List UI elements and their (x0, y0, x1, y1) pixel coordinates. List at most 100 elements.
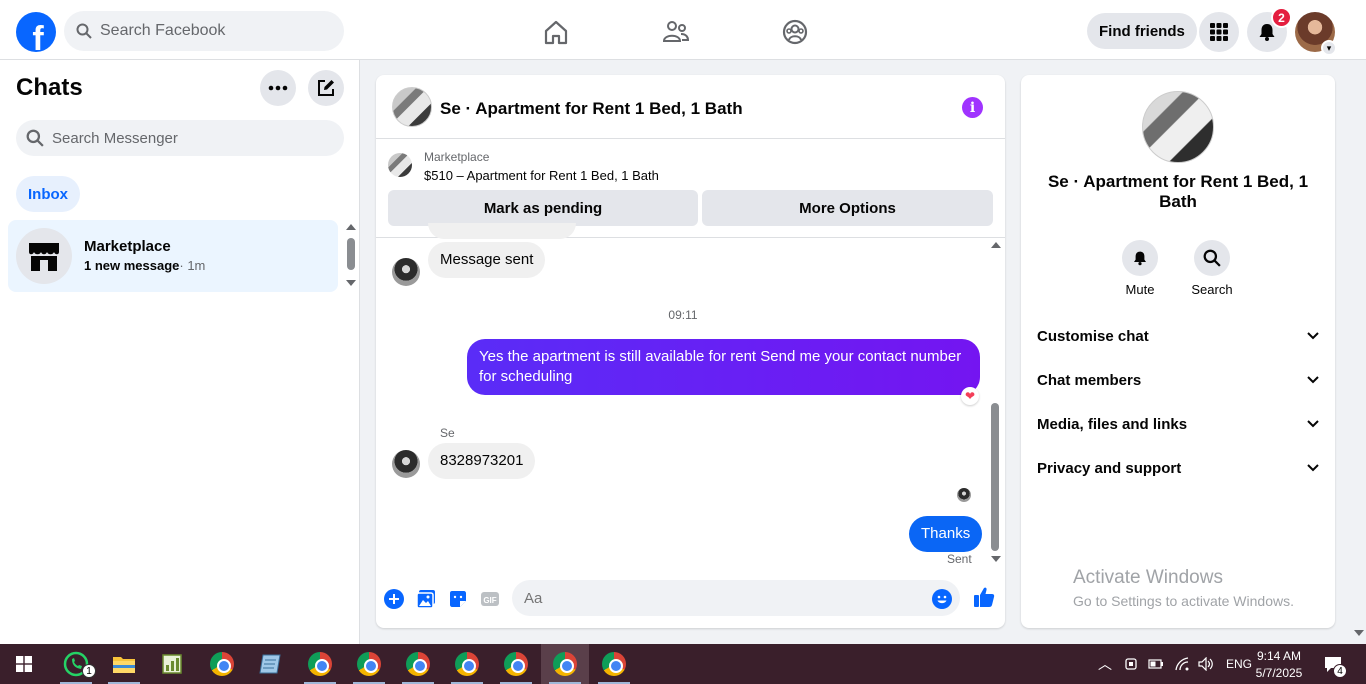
chat-members-section[interactable]: Chat members (1037, 368, 1319, 392)
action-center-button[interactable]: 4 (1323, 644, 1347, 684)
taskbar-chrome[interactable] (198, 644, 246, 684)
chrome-icon (308, 652, 332, 676)
svg-text:GIF: GIF (483, 596, 496, 605)
new-message-button[interactable] (308, 70, 344, 106)
taskbar-chrome-active[interactable] (541, 644, 589, 684)
taskbar-file-explorer[interactable] (100, 644, 148, 684)
taskbar-whatsapp[interactable]: 1 (52, 644, 100, 684)
grid-menu-icon (1210, 23, 1228, 41)
facebook-search-input[interactable]: Search Facebook (64, 11, 344, 51)
battery-icon[interactable] (1148, 659, 1164, 669)
chat-options-button[interactable] (260, 70, 296, 106)
conversation-avatar[interactable] (392, 87, 432, 127)
incoming-message[interactable]: 8328973201 (428, 443, 536, 479)
scrollbar-thumb[interactable] (347, 238, 355, 270)
friends-icon[interactable] (661, 17, 691, 47)
privacy-support-section[interactable]: Privacy and support (1037, 456, 1319, 480)
language-indicator[interactable]: ENG (1226, 657, 1252, 671)
sender-avatar (392, 450, 420, 478)
listing-thumbnail (388, 153, 412, 177)
mute-button[interactable]: Mute (1110, 240, 1170, 297)
clock-date: 5/7/2025 (1255, 666, 1303, 680)
info-icon[interactable]: i (962, 97, 983, 118)
chevron-down-icon[interactable]: ▾ (1321, 40, 1337, 56)
conversation-panel: Se · Apartment for Rent 1 Bed, 1 Bath i … (376, 75, 1005, 628)
find-friends-button[interactable]: Find friends (1087, 13, 1197, 49)
chrome-icon (455, 652, 479, 676)
taskbar-chrome-profile[interactable] (590, 644, 638, 684)
outgoing-message[interactable]: Thanks (909, 516, 983, 552)
chrome-icon (210, 652, 234, 676)
more-options-button[interactable]: More Options (702, 190, 993, 226)
outgoing-message[interactable]: Yes the apartment is still available for… (467, 339, 980, 395)
taskbar-chrome-profile[interactable] (394, 644, 442, 684)
message-input[interactable] (512, 580, 960, 616)
conversation-title[interactable]: Se · Apartment for Rent 1 Bed, 1 Bath (440, 99, 743, 119)
conversation-avatar[interactable] (1142, 91, 1214, 163)
volume-icon[interactable] (1198, 657, 1214, 671)
incoming-message[interactable]: Message sent (428, 242, 546, 278)
taskbar-chrome-profile[interactable] (492, 644, 540, 684)
emoji-icon[interactable] (932, 589, 952, 609)
scroll-up-arrow[interactable] (991, 242, 1001, 248)
activate-windows-title: Activate Windows (1073, 567, 1223, 588)
search-conversation-button[interactable]: Search (1182, 240, 1242, 297)
facebook-logo[interactable]: f (16, 12, 56, 52)
mark-as-pending-button[interactable]: Mark as pending (388, 190, 698, 226)
device-icon[interactable] (1124, 657, 1138, 671)
chrome-icon (357, 652, 381, 676)
chat-list-item[interactable]: Marketplace 1 new message· 1m (8, 220, 338, 292)
chat-time: · 1m (179, 258, 206, 273)
customise-chat-section[interactable]: Customise chat (1037, 324, 1319, 348)
seen-indicator-avatar (957, 488, 971, 502)
message-composer: GIF (376, 575, 1005, 623)
search-icon-wrap (1194, 240, 1230, 276)
page-scrollbar[interactable] (1352, 60, 1366, 644)
wifi-icon[interactable] (1174, 657, 1190, 671)
menu-button[interactable] (1199, 12, 1239, 52)
taskbar-app[interactable] (148, 644, 196, 684)
previous-message-bubble (428, 223, 576, 239)
conversation-scrollbar[interactable] (989, 240, 1001, 565)
search-icon (1203, 249, 1221, 267)
messenger-search-input[interactable]: Search Messenger (16, 120, 344, 156)
groups-icon[interactable] (780, 17, 810, 47)
system-clock[interactable]: 9:14 AM 5/7/2025 (1254, 648, 1304, 682)
chats-title: Chats (16, 74, 83, 101)
start-button[interactable] (0, 644, 48, 684)
search-label: Search (1191, 282, 1233, 297)
like-icon[interactable] (973, 586, 995, 608)
storefront-icon (29, 243, 59, 271)
scrollbar-thumb[interactable] (991, 403, 999, 551)
scroll-up-arrow[interactable] (346, 224, 356, 230)
taskbar-chrome-profile[interactable] (296, 644, 344, 684)
home-icon[interactable] (541, 17, 571, 47)
taskbar-app[interactable] (246, 644, 294, 684)
media-files-links-section[interactable]: Media, files and links (1037, 412, 1319, 436)
chevron-down-icon (1307, 420, 1319, 428)
plus-icon[interactable] (384, 589, 404, 609)
whatsapp-badge: 1 (82, 664, 96, 678)
heart-reaction-icon[interactable]: ❤ (961, 387, 979, 405)
chevron-down-icon (1307, 332, 1319, 340)
scroll-down-arrow[interactable] (991, 556, 1001, 562)
chat-name: Marketplace (84, 238, 171, 255)
inbox-tab[interactable]: Inbox (16, 176, 80, 212)
gif-icon[interactable]: GIF (480, 589, 500, 609)
taskbar-chrome-profile[interactable] (345, 644, 393, 684)
scroll-down-arrow[interactable] (346, 280, 356, 286)
search-icon (76, 23, 92, 39)
details-title: Se · Apartment for Rent 1 Bed, 1 Bath (1047, 172, 1309, 211)
chat-list-scrollbar[interactable] (344, 222, 356, 290)
folder-icon (113, 657, 135, 673)
scroll-down-arrow[interactable] (1354, 630, 1364, 636)
sticker-icon[interactable] (448, 589, 468, 609)
photo-icon[interactable] (416, 589, 436, 609)
taskbar-chrome-profile[interactable] (443, 644, 491, 684)
windows-logo-icon (16, 656, 32, 672)
more-dots-icon (268, 85, 288, 91)
chrome-icon (553, 652, 577, 676)
chevron-up-icon[interactable]: ︿ (1098, 654, 1112, 674)
listing-title[interactable]: $510 – Apartment for Rent 1 Bed, 1 Bath (424, 168, 659, 183)
top-navigation-bar: f Search Facebook Find friends 2 ▾ (0, 0, 1366, 60)
